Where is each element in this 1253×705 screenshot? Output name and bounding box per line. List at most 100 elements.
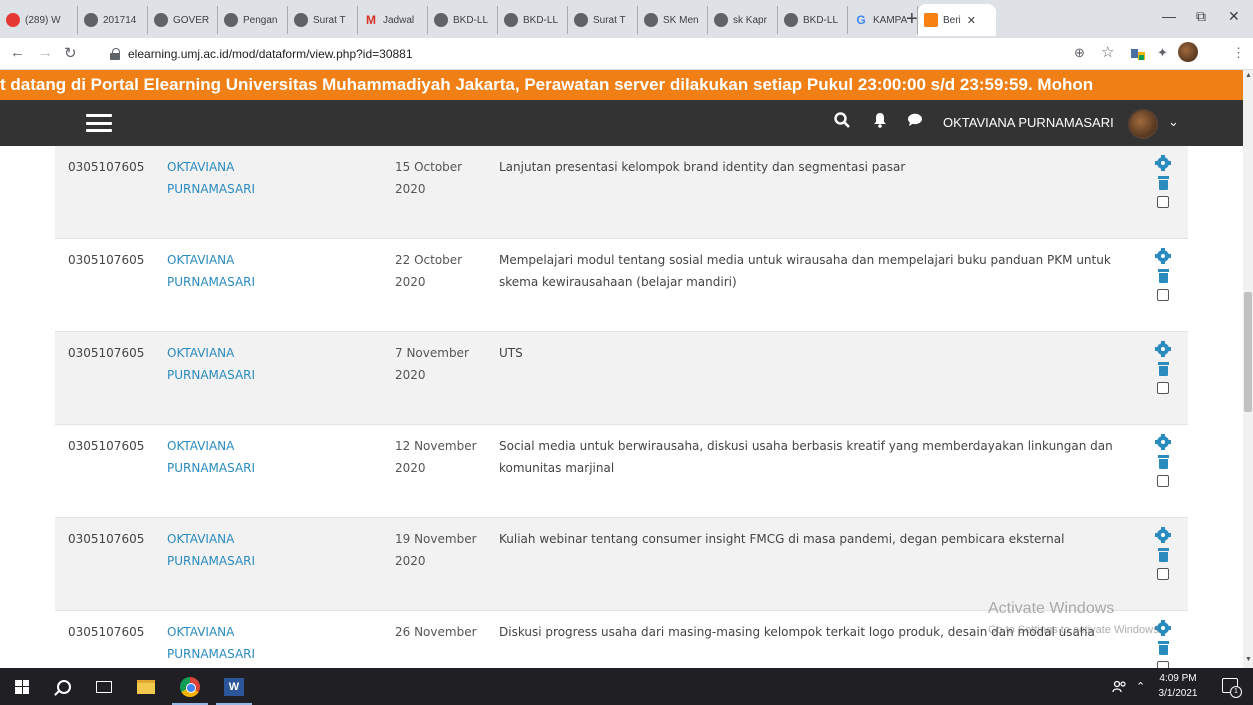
entry-actions — [1153, 341, 1173, 394]
browser-tab[interactable]: sk Kapr — [708, 6, 778, 34]
word-icon: W — [224, 677, 244, 696]
browser-tab[interactable]: BKD-LL — [498, 6, 568, 34]
select-checkbox[interactable] — [1157, 475, 1169, 487]
delete-trash-icon[interactable] — [1157, 362, 1169, 376]
taskbar-search-button[interactable] — [44, 668, 84, 705]
browser-tab[interactable]: Surat T — [288, 6, 358, 34]
chevron-down-icon[interactable]: ⌄ — [1168, 114, 1179, 130]
entry-author-link[interactable]: OKTAVIANA PURNAMASARI — [167, 249, 297, 293]
entry-id: 0305107605 — [68, 532, 145, 546]
entries-table: 0305107605 OKTAVIANA PURNAMASARI 15 Octobe… — [55, 146, 1188, 668]
delete-trash-icon[interactable] — [1157, 176, 1169, 190]
edit-gear-icon[interactable] — [1155, 248, 1171, 264]
edit-gear-icon[interactable] — [1155, 341, 1171, 357]
minimize-icon[interactable]: — — [1162, 8, 1176, 24]
scroll-up-icon[interactable]: ▲ — [1245, 72, 1252, 79]
user-avatar[interactable] — [1128, 109, 1158, 139]
tab-label: SK Men — [663, 14, 699, 26]
entry-author-link[interactable]: OKTAVIANA PURNAMASARI — [167, 621, 297, 665]
browser-tab[interactable]: BKD-LL — [428, 6, 498, 34]
messages-icon[interactable] — [907, 112, 923, 133]
bookmark-star-icon[interactable]: ☆ — [1101, 43, 1114, 61]
taskbar-clock[interactable]: 4:09 PM 3/1/2021 — [1148, 671, 1208, 701]
delete-trash-icon[interactable] — [1157, 455, 1169, 469]
entry-id: 0305107605 — [68, 160, 145, 174]
page-scrollbar[interactable]: ▲ ▼ — [1243, 70, 1253, 668]
browser-tab[interactable]: M Jadwal — [358, 6, 428, 34]
google-icon: G — [856, 13, 866, 27]
tab-label: BKD-LL — [453, 14, 489, 26]
file-explorer-button[interactable] — [124, 668, 168, 705]
tab-label: Beri — [943, 14, 961, 26]
clock-time: 4:09 PM — [1159, 673, 1197, 684]
entry-id: 0305107605 — [68, 253, 145, 267]
select-checkbox[interactable] — [1157, 661, 1169, 668]
chrome-taskbar-button[interactable] — [168, 668, 212, 705]
hamburger-menu-icon[interactable] — [86, 114, 112, 132]
browser-tab[interactable]: Beri ✕ — [918, 4, 996, 36]
moodle-navbar: OKTAVIANA PURNAMASARI ⌄ — [0, 100, 1243, 146]
close-tab-icon[interactable]: ✕ — [967, 14, 976, 27]
task-view-button[interactable] — [84, 668, 124, 705]
select-checkbox[interactable] — [1157, 196, 1169, 208]
extension-icon[interactable] — [1130, 45, 1146, 64]
scroll-down-icon[interactable]: ▼ — [1245, 656, 1252, 663]
reload-icon[interactable]: ↻ — [64, 44, 77, 62]
edit-gear-icon[interactable] — [1155, 155, 1171, 171]
tab-label: (289) W — [25, 14, 61, 26]
new-tab-button[interactable]: + — [906, 8, 918, 30]
entry-date: 15 October 2020 — [395, 160, 463, 196]
profile-avatar-icon[interactable] — [1178, 42, 1198, 65]
close-window-icon[interactable]: ✕ — [1228, 8, 1240, 25]
entry-date: 19 November 2020 — [395, 532, 477, 568]
delete-trash-icon[interactable] — [1157, 548, 1169, 562]
entry-date: 12 November 2020 — [395, 439, 477, 475]
windows-logo-icon — [15, 679, 29, 694]
table-row: 0305107605 OKTAVIANA PURNAMASARI 12 Novemb… — [55, 425, 1188, 518]
tray-chevron-up-icon[interactable]: ⌃ — [1136, 668, 1145, 705]
edit-gear-icon[interactable] — [1155, 434, 1171, 450]
announcement-marquee: t datang di Portal Elearning Universitas… — [0, 70, 1243, 100]
url-text: elearning.umj.ac.id/mod/dataform/view.ph… — [128, 47, 413, 61]
browser-tab[interactable]: GOVER — [148, 6, 218, 34]
browser-tab[interactable]: 201714 — [78, 6, 148, 34]
scroll-thumb[interactable] — [1244, 292, 1252, 412]
url-field[interactable]: elearning.umj.ac.id/mod/dataform/view.ph… — [110, 42, 1150, 66]
start-button[interactable] — [0, 668, 44, 705]
lock-icon[interactable] — [110, 48, 120, 60]
select-checkbox[interactable] — [1157, 382, 1169, 394]
back-icon[interactable]: ← — [10, 44, 25, 61]
entry-author-link[interactable]: OKTAVIANA PURNAMASARI — [167, 528, 297, 572]
tab-label: BKD-LL — [803, 14, 839, 26]
table-row: 0305107605 OKTAVIANA PURNAMASARI 7 Novembe… — [55, 332, 1188, 425]
delete-trash-icon[interactable] — [1157, 269, 1169, 283]
tab-label: GOVER — [173, 14, 210, 26]
globe-icon — [294, 13, 308, 27]
browser-tab[interactable]: Surat T — [568, 6, 638, 34]
user-name[interactable]: OKTAVIANA PURNAMASARI — [943, 115, 1114, 130]
zoom-icon[interactable]: ⊕ — [1074, 45, 1085, 61]
people-icon[interactable] — [1112, 668, 1128, 705]
edit-gear-icon[interactable] — [1155, 527, 1171, 543]
word-taskbar-button[interactable]: W — [212, 668, 256, 705]
select-checkbox[interactable] — [1157, 568, 1169, 580]
browser-tab[interactable]: Pengan — [218, 6, 288, 34]
browser-tab[interactable]: BKD-LL — [778, 6, 848, 34]
tab-label: Pengan — [243, 14, 278, 26]
select-checkbox[interactable] — [1157, 289, 1169, 301]
puzzle-extensions-icon[interactable]: ✦ — [1157, 45, 1168, 61]
menu-kebab-icon[interactable]: ⋮ — [1232, 45, 1245, 61]
notification-bell-icon[interactable] — [873, 112, 887, 133]
delete-trash-icon[interactable] — [1157, 641, 1169, 655]
chrome-icon — [180, 676, 200, 697]
entry-actions — [1153, 155, 1173, 208]
moodle-icon — [924, 13, 938, 27]
entry-author-link[interactable]: OKTAVIANA PURNAMASARI — [167, 342, 297, 386]
search-icon[interactable] — [834, 112, 850, 133]
forward-icon[interactable]: → — [38, 44, 53, 61]
maximize-icon[interactable]: ⧉ — [1196, 8, 1206, 25]
entry-author-link[interactable]: OKTAVIANA PURNAMASARI — [167, 435, 297, 479]
entry-author-link[interactable]: OKTAVIANA PURNAMASARI — [167, 156, 297, 200]
browser-tab[interactable]: (289) W — [0, 6, 78, 34]
browser-tab[interactable]: SK Men — [638, 6, 708, 34]
